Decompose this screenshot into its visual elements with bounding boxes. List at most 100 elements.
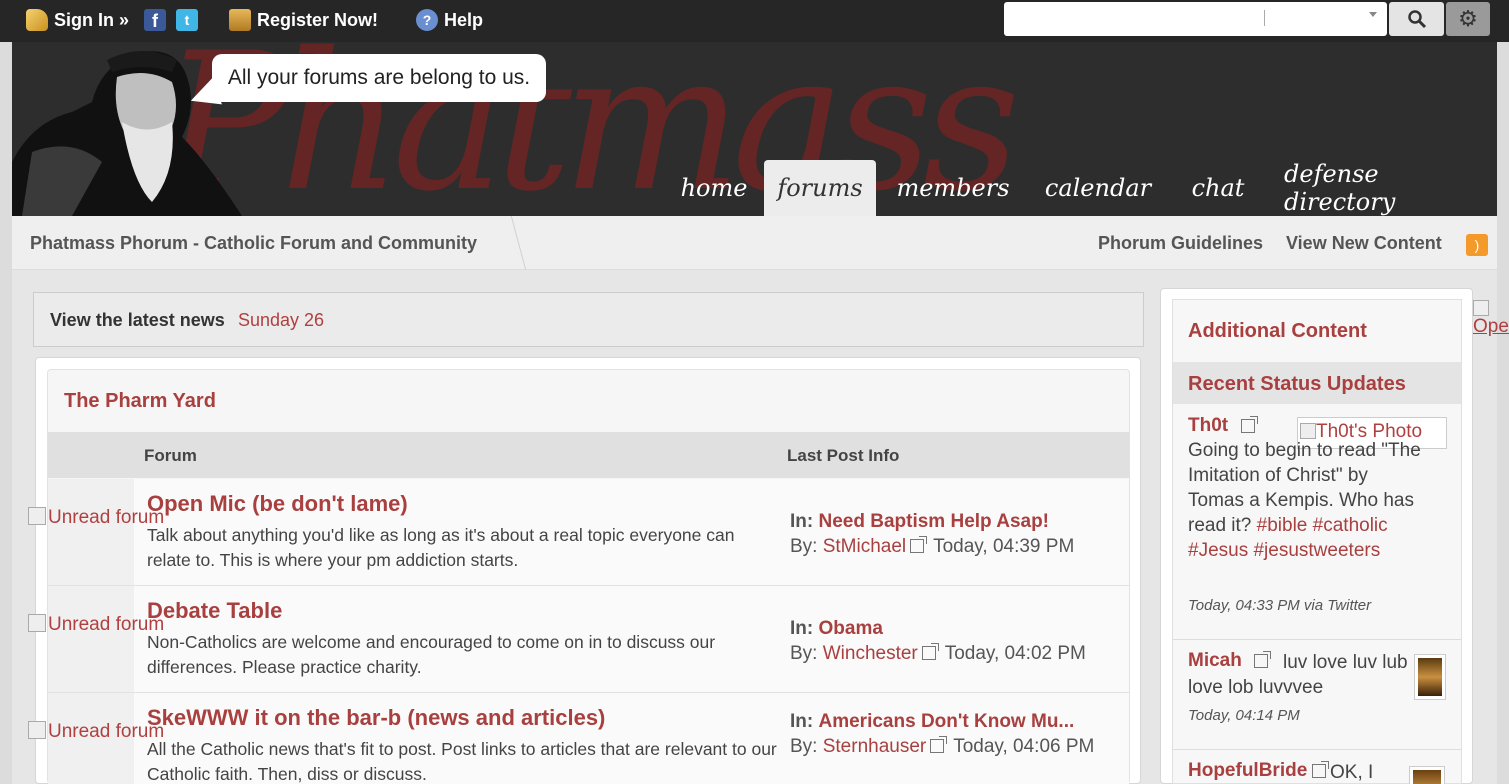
search-icon (1407, 10, 1426, 29)
facebook-login-button[interactable]: f (144, 8, 166, 32)
last-post-time: Today, 04:02 PM (944, 643, 1086, 664)
unread-forum-icon[interactable]: Unread forum (28, 507, 164, 529)
forum-row: Unread forum SkeWWW it on the bar-b (new… (28, 693, 1129, 784)
user-avatar[interactable] (1409, 766, 1445, 784)
last-post-user-link[interactable]: StMichael (823, 536, 906, 557)
status-text: luv love luv lub love lob luvvvee (1188, 652, 1408, 698)
forum-title-link[interactable]: SkeWWW it on the bar-b (news and article… (147, 705, 605, 731)
last-post-info: In: Need Baptism Help Asap! By: StMichae… (790, 509, 1120, 559)
status-meta: Today, 04:33 PM via Twitter (1188, 597, 1372, 614)
forum-row: Unread forum Debate Table Non-Catholics … (28, 586, 1129, 693)
twitter-login-button[interactable]: t (176, 8, 198, 32)
external-link-icon[interactable] (921, 643, 939, 660)
last-post-time: Today, 04:06 PM (953, 736, 1095, 757)
breadcrumb-separator (499, 216, 527, 270)
avatar-image (1413, 770, 1441, 784)
forum-description: Non-Catholics are welcome and encouraged… (147, 632, 716, 677)
external-link-icon[interactable] (910, 536, 928, 553)
status-user-link[interactable]: Th0t (1188, 415, 1228, 437)
search-button[interactable] (1389, 2, 1444, 36)
unread-forum-icon[interactable]: Unread forum (28, 614, 164, 636)
last-post-time: Today, 04:39 PM (933, 536, 1075, 557)
nav-tab-home[interactable]: home (664, 160, 764, 216)
last-post-thread-link[interactable]: Need Baptism Help Asap! (819, 511, 1050, 532)
search-input[interactable] (1004, 2, 1387, 36)
external-link-icon[interactable] (1312, 761, 1329, 778)
user-avatar[interactable] (1414, 654, 1446, 700)
nav-tab-members[interactable]: members (892, 160, 1014, 216)
status-item: HopefulBride OK, I (1173, 750, 1461, 784)
sidebar-title: Additional Content (1188, 320, 1367, 342)
forum-icon-cell (48, 479, 134, 585)
in-label: In: (790, 511, 814, 532)
news-ticker: View the latest news Sunday 26 (33, 292, 1144, 347)
breadcrumb-home[interactable]: Phatmass Phorum - Catholic Forum and Com… (30, 233, 477, 254)
forum-title-link[interactable]: Open Mic (be don't lame) (147, 491, 408, 517)
in-label: In: (790, 618, 814, 639)
tagline-bubble: All your forums are belong to us. (212, 54, 546, 102)
nav-tab-defense-directory[interactable]: defense directory (1284, 160, 1476, 216)
column-forum: Forum (144, 446, 197, 465)
status-item: Th0t Th0t's Photo Going to begin to read… (1173, 405, 1461, 640)
news-date-link[interactable]: Sunday 26 (238, 310, 324, 331)
rss-icon[interactable]: ) (1466, 234, 1488, 256)
last-post-thread-link[interactable]: Obama (819, 618, 883, 639)
help-label: Help (444, 9, 484, 30)
status-text: OK, I (1330, 762, 1374, 783)
status-user-link[interactable]: HopefulBride (1188, 760, 1307, 782)
in-label: In: (790, 711, 814, 732)
status-updates-header: Recent Status Updates (1173, 362, 1461, 404)
breadcrumb-bar: Phatmass Phorum - Catholic Forum and Com… (12, 216, 1497, 270)
column-last-post: Last Post Info (787, 446, 900, 465)
last-post-thread-link[interactable]: Americans Don't Know Mu... (819, 711, 1075, 732)
nav-tab-chat[interactable]: chat (1182, 160, 1254, 216)
by-label: By: (790, 536, 818, 557)
forum-description: All the Catholic news that's fit to post… (147, 739, 777, 784)
status-meta: Today, 04:14 PM (1188, 707, 1300, 724)
gear-icon: ⚙ (1458, 6, 1478, 31)
register-label: Register Now! (257, 9, 379, 30)
nav-tab-calendar[interactable]: calendar (1038, 160, 1158, 216)
hashtag-link[interactable]: #catholic (1313, 515, 1388, 536)
twitter-icon: t (176, 9, 198, 31)
facebook-icon: f (144, 9, 166, 31)
register-link[interactable]: Register Now! (229, 8, 378, 32)
forum-title-link[interactable]: Debate Table (147, 598, 282, 624)
unread-forum-icon[interactable]: Unread forum (28, 721, 164, 743)
by-label: By: (790, 736, 818, 757)
forum-row: Unread forum Open Mic (be don't lame) Ta… (28, 479, 1129, 586)
hashtag-link[interactable]: #bible (1257, 515, 1313, 536)
view-new-content-link[interactable]: View New Content (1286, 233, 1442, 254)
forum-description: Talk about anything you'd like as long a… (147, 525, 735, 570)
status-item: Micah luv love luv lub love lob luvvvee … (1173, 640, 1461, 750)
external-link-icon[interactable] (930, 736, 948, 753)
sign-in-label: Sign In » (54, 9, 130, 30)
help-icon: ? (416, 9, 438, 31)
key-icon (26, 9, 48, 31)
last-post-user-link[interactable]: Winchester (823, 643, 918, 664)
nav-tab-forums[interactable]: forums (764, 160, 876, 216)
avatar-image (1418, 658, 1442, 696)
sign-in-link[interactable]: Sign In » (26, 8, 129, 32)
site-header: Phatmass All your forums are belong to u… (12, 42, 1497, 216)
top-bar: Sign In » f t Register Now! ? Help ⚙ (0, 0, 1509, 42)
last-post-info: In: Americans Don't Know Mu... By: Stern… (790, 709, 1120, 759)
status-updates-title[interactable]: Recent Status Updates (1188, 373, 1406, 396)
status-text: Going to begin to read "The Imitation of… (1188, 440, 1421, 561)
register-icon (229, 9, 251, 31)
broken-image-link[interactable]: Ope (1473, 300, 1509, 338)
external-link-icon[interactable] (1241, 416, 1258, 433)
search-scope-dropdown[interactable] (1369, 12, 1377, 17)
last-post-info: In: Obama By: Winchester Today, 04:02 PM (790, 616, 1120, 666)
hashtag-link[interactable]: #Jesus (1188, 540, 1253, 561)
category-title[interactable]: The Pharm Yard (64, 390, 216, 413)
forum-icon-cell (48, 586, 134, 692)
by-label: By: (790, 643, 818, 664)
forum-table-header: Forum Last Post Info (48, 432, 1129, 478)
hashtag-link[interactable]: #jesustweeters (1253, 540, 1380, 561)
phorum-guidelines-link[interactable]: Phorum Guidelines (1098, 233, 1263, 254)
settings-button[interactable]: ⚙ (1446, 2, 1490, 36)
search-divider (1264, 10, 1265, 26)
last-post-user-link[interactable]: Sternhauser (823, 736, 927, 757)
help-link[interactable]: ? Help (416, 8, 483, 32)
